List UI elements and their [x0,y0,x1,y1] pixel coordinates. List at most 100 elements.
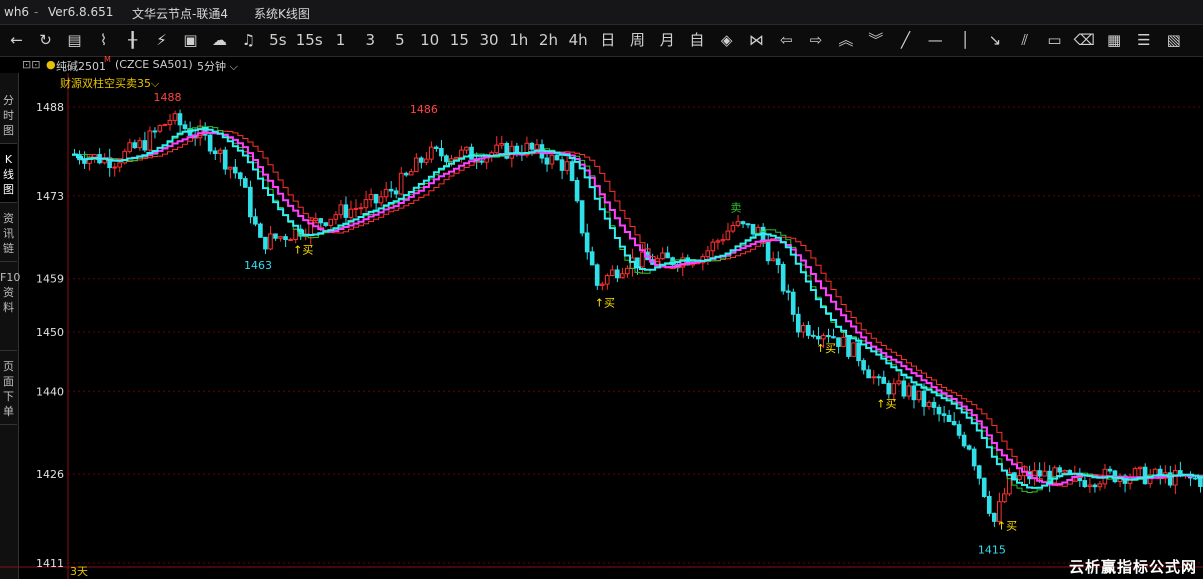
candle [826,335,831,338]
candle [916,390,922,401]
candle [1052,467,1057,484]
candle [112,166,117,169]
candle [599,283,605,286]
candle [413,157,419,173]
candle [951,421,957,426]
candle [971,448,977,467]
candle [152,130,158,133]
ma-magenta-line [72,131,1203,486]
candle [660,252,665,260]
candle [745,223,751,226]
candle [237,172,243,180]
candle [459,149,464,158]
candle [1132,468,1138,478]
candle [1017,475,1022,480]
candle [961,434,967,447]
candle [795,313,801,333]
candle [232,166,238,174]
candle [770,258,776,262]
candle [343,204,349,218]
candle [207,134,213,152]
candle [991,512,997,522]
candle [630,257,635,269]
candle [423,158,429,163]
indicator-title[interactable]: 财源双柱空买卖35⌵ [60,75,159,91]
candle [554,154,560,161]
candle [911,385,917,401]
candle [896,380,902,385]
candle [499,142,504,146]
candle [177,113,183,126]
candle [273,233,278,239]
candle [1152,468,1158,476]
candle [444,155,449,163]
candle [278,236,283,239]
candle [313,218,319,221]
candle [142,140,148,151]
candle [926,401,932,407]
candle [559,159,565,171]
candle [856,342,861,362]
candle [418,157,424,163]
candle [363,199,369,209]
sell-signal: 卖 [730,201,741,214]
candle [584,232,590,253]
candle [891,383,897,395]
candle [403,172,409,176]
ma-red-line [87,130,1203,487]
candle [338,204,344,216]
candle [534,144,540,150]
candle [122,150,127,164]
candle [454,156,459,160]
candle [212,150,218,155]
candle [981,477,987,497]
candle [715,240,721,243]
candle [805,325,811,336]
candle [564,161,570,171]
y-tick-label: 1488 [36,101,64,114]
candle [172,113,178,121]
extreme-label: 1486 [410,103,438,116]
candle [137,140,143,149]
candle [861,360,866,371]
y-tick-label: 1411 [36,557,64,570]
candle [901,380,907,397]
y-tick-label: 1426 [36,468,64,481]
candle [117,162,122,168]
buy-signal: ↑买 [816,342,836,355]
candle [1172,470,1178,486]
candle [263,236,268,250]
candle [358,207,364,210]
candle [1007,472,1012,495]
candle [388,188,394,192]
candle [569,161,575,181]
candle [157,125,163,132]
candle [222,149,228,170]
candle [318,218,324,224]
candle [921,390,927,407]
candle [227,166,233,170]
candle [665,252,670,259]
candle [248,186,253,218]
candle [735,221,741,227]
candle [378,196,384,204]
buy-signal: ↑买 [293,243,313,256]
candle [604,275,610,285]
candle [851,342,856,357]
candle [790,291,796,315]
candle [1167,472,1173,486]
candle [1082,480,1088,488]
candle [705,250,711,258]
candle [323,222,329,226]
candle [182,124,188,130]
candle [1067,469,1073,474]
candle [439,148,444,157]
candle [469,146,474,160]
candle [936,406,942,415]
candle [268,233,273,250]
kline-chart[interactable]: 1488 1473 1459 1450 1440 1426 1411 1488 1486 1463… [0,0,1203,579]
candle [871,376,876,379]
buy-signal: ↑买 [595,297,615,310]
candle [625,267,630,275]
candle [162,123,168,127]
